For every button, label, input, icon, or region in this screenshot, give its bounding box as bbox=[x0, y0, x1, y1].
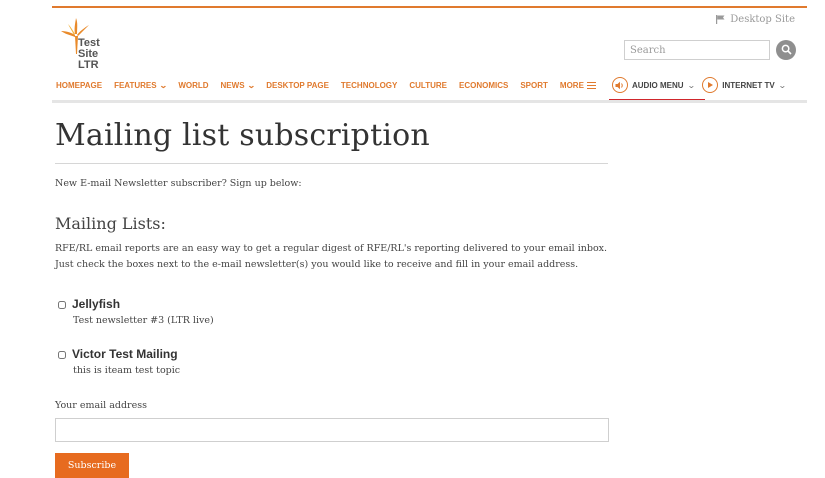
play-icon bbox=[702, 77, 719, 93]
newsletter-description: Test newsletter #3 (LTR live) bbox=[73, 315, 214, 326]
desktop-site-link[interactable]: Desktop Site bbox=[716, 14, 795, 25]
search-button[interactable] bbox=[776, 40, 796, 60]
nav-item-desktop-page[interactable]: DESKTOP PAGE bbox=[266, 81, 329, 90]
nav-item-features[interactable]: FEATURES ⌄ bbox=[114, 81, 168, 90]
nav-label: NEWS bbox=[220, 81, 245, 90]
media-nav: AUDIO MENU ⌄ INTERNET TV ⌄ bbox=[612, 77, 793, 93]
description-line: Just check the boxes next to the e-mail … bbox=[55, 259, 579, 270]
logo-line-1: Test Site bbox=[78, 37, 100, 60]
subscribe-button[interactable]: Subscribe bbox=[55, 453, 129, 478]
nav-label: HOMEPAGE bbox=[56, 81, 103, 90]
logo-text: Test Site LTR bbox=[78, 38, 100, 71]
nav-item-culture[interactable]: CULTURE bbox=[409, 81, 447, 90]
search-icon bbox=[781, 43, 792, 58]
nav-item-more[interactable]: MORE bbox=[560, 81, 596, 90]
nav-label: SPORT bbox=[520, 81, 548, 90]
newsletter-checkbox[interactable] bbox=[58, 301, 66, 309]
menu-icon bbox=[586, 82, 596, 89]
nav-label: DESKTOP PAGE bbox=[266, 81, 329, 90]
nav-item-news[interactable]: NEWS ⌄ bbox=[220, 81, 256, 90]
newsletter-description: this is iteam test topic bbox=[73, 365, 181, 376]
email-field[interactable] bbox=[55, 418, 609, 442]
nav-item-homepage[interactable]: HOMEPAGE bbox=[56, 81, 102, 90]
email-label: Your email address bbox=[55, 400, 147, 411]
desktop-site-label: Desktop Site bbox=[730, 14, 795, 25]
title-divider bbox=[55, 163, 608, 164]
audio-menu-label: AUDIO MENU bbox=[632, 80, 684, 90]
search-input[interactable] bbox=[624, 40, 770, 60]
newsletter-item-victor-test-mailing: Victor Test Mailing this is iteam test t… bbox=[58, 347, 180, 376]
nav-label: TECHNOLOGY bbox=[340, 81, 398, 90]
intro-text: New E-mail Newsletter subscriber? Sign u… bbox=[55, 178, 302, 189]
audio-menu-button[interactable]: AUDIO MENU ⌄ bbox=[612, 77, 696, 93]
speaker-icon bbox=[612, 77, 628, 93]
nav-item-world[interactable]: WORLD bbox=[178, 81, 208, 90]
chevron-down-icon: ⌄ bbox=[246, 81, 256, 90]
chevron-down-icon: ⌄ bbox=[686, 80, 696, 90]
mailing-lists-heading: Mailing Lists: bbox=[55, 214, 166, 233]
flag-icon bbox=[716, 15, 725, 24]
nav-label: ECONOMICS bbox=[459, 81, 509, 90]
nav-item-economics[interactable]: ECONOMICS bbox=[459, 81, 508, 90]
chevron-down-icon: ⌄ bbox=[777, 80, 787, 90]
description-line: RFE/RL email reports are an easy way to … bbox=[55, 243, 608, 254]
newsletter-name[interactable]: Jellyfish bbox=[72, 297, 120, 311]
nav-item-sport[interactable]: SPORT bbox=[520, 81, 548, 90]
newsletter-item-jellyfish: Jellyfish Test newsletter #3 (LTR live) bbox=[58, 297, 214, 326]
internet-tv-button[interactable]: INTERNET TV ⌄ bbox=[702, 77, 787, 93]
newsletter-checkbox[interactable] bbox=[58, 351, 66, 359]
top-accent-bar bbox=[52, 6, 807, 8]
search-area bbox=[624, 40, 796, 60]
nav-item-technology[interactable]: TECHNOLOGY bbox=[341, 81, 397, 90]
site-logo[interactable]: Test Site LTR bbox=[58, 16, 100, 71]
nav-label: FEATURES bbox=[114, 81, 157, 90]
chevron-down-icon: ⌄ bbox=[158, 81, 168, 90]
nav-label: WORLD bbox=[178, 81, 209, 90]
mailing-lists-description: RFE/RL email reports are an easy way to … bbox=[55, 241, 607, 273]
nav-label: CULTURE bbox=[409, 81, 447, 90]
internet-tv-label: INTERNET TV bbox=[722, 80, 775, 90]
nav-label: MORE bbox=[559, 81, 584, 90]
nav-divider bbox=[52, 100, 807, 103]
main-nav: HOMEPAGE FEATURES ⌄ WORLD NEWS ⌄ DESKTOP P… bbox=[56, 81, 608, 90]
newsletter-name[interactable]: Victor Test Mailing bbox=[72, 347, 178, 361]
page-title: Mailing list subscription bbox=[55, 118, 430, 153]
logo-line-2: LTR bbox=[78, 59, 99, 71]
